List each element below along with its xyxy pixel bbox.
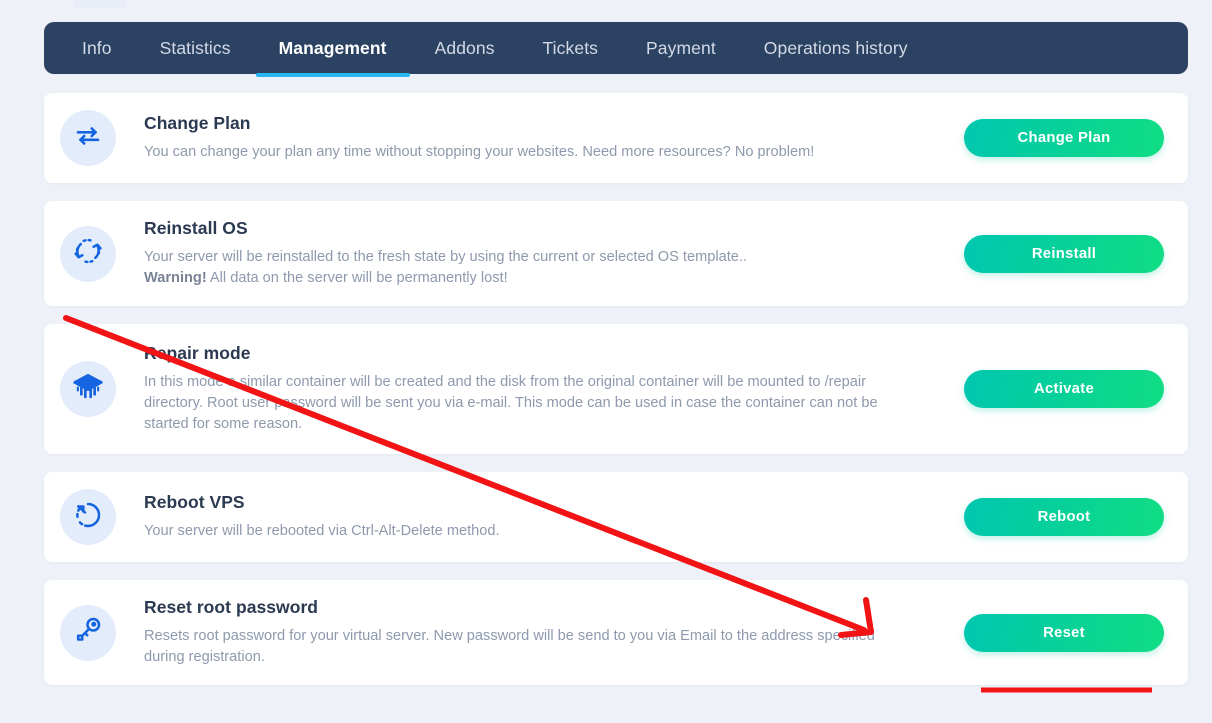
reinstall-button[interactable]: Reinstall [964,234,1164,273]
card-text: Reset root password Resets root password… [128,597,964,667]
icon-circle [60,604,116,661]
tab-label: Operations history [763,37,908,58]
tab-label: Info [82,37,112,58]
tab-management[interactable]: Management [255,22,411,77]
card-reset-root-password: Reset root password Resets root password… [44,580,1188,685]
card-title: Reinstall OS [144,218,248,239]
tab-label: Management [278,37,387,58]
reset-button[interactable]: Reset [964,613,1164,652]
card-title: Reset root password [144,597,319,618]
card-description: Your server will be rebooted via Ctrl-Al… [144,521,904,542]
card-description-text: Your server will be rebooted via Ctrl-Al… [144,523,500,540]
card-reboot-vps: Reboot VPS Your server will be rebooted … [44,472,1188,562]
tab-label: Statistics [159,37,231,58]
card-text: Reboot VPS Your server will be rebooted … [128,492,964,542]
management-page: Info Statistics Management Addons Ticket… [44,22,1188,685]
tab-label: Payment [646,37,716,58]
key-icon [73,615,103,650]
icon-circle [60,225,116,282]
tab-payment[interactable]: Payment [622,22,740,74]
card-title: Repair mode [144,343,251,364]
reboot-button[interactable]: Reboot [964,498,1164,536]
tab-addons[interactable]: Addons [411,22,519,74]
change-plan-button[interactable]: Change Plan [964,119,1164,157]
refresh-dashed-circle-icon [73,236,103,271]
partial-element-above-tabs [74,0,126,8]
card-repair-mode: Repair mode In this mode a similar conta… [44,324,1188,454]
reboot-arrow-circle-icon [73,500,103,535]
card-reinstall-os: Reinstall OS Your server will be reinsta… [44,201,1188,306]
icon-circle [60,361,116,417]
tab-label: Addons [434,37,495,58]
card-description: In this mode a similar container will be… [144,372,904,434]
layers-stack-icon [72,371,104,408]
warning-text: All data on the server will be permanent… [206,270,508,286]
card-description-text: In this mode a similar container will be… [144,374,878,432]
card-title: Reboot VPS [144,492,245,513]
activate-button[interactable]: Activate [964,370,1164,408]
card-description-text: Your server will be reinstalled to the f… [144,249,747,266]
tab-statistics[interactable]: Statistics [136,22,255,74]
card-text: Reinstall OS Your server will be reinsta… [128,218,964,288]
tab-operations-history[interactable]: Operations history [740,22,932,74]
card-description: You can change your plan any time withou… [144,142,904,163]
card-text: Change Plan You can change your plan any… [128,113,964,163]
card-description-text: You can change your plan any time withou… [144,144,815,161]
tab-bar: Info Statistics Management Addons Ticket… [44,22,1188,77]
warning-label: Warning! [144,270,207,286]
card-description: Resets root password for your virtual se… [144,626,904,667]
tab-tickets[interactable]: Tickets [519,22,622,74]
card-description: Your server will be reinstalled to the f… [144,247,904,288]
card-title: Change Plan [144,113,251,134]
card-change-plan: Change Plan You can change your plan any… [44,93,1188,183]
exchange-arrows-icon [73,121,103,156]
tab-info[interactable]: Info [58,22,136,74]
icon-circle [60,110,116,166]
card-text: Repair mode In this mode a similar conta… [128,343,964,434]
tab-label: Tickets [542,37,599,58]
icon-circle [60,489,116,545]
card-description-text: Resets root password for your virtual se… [144,628,875,665]
